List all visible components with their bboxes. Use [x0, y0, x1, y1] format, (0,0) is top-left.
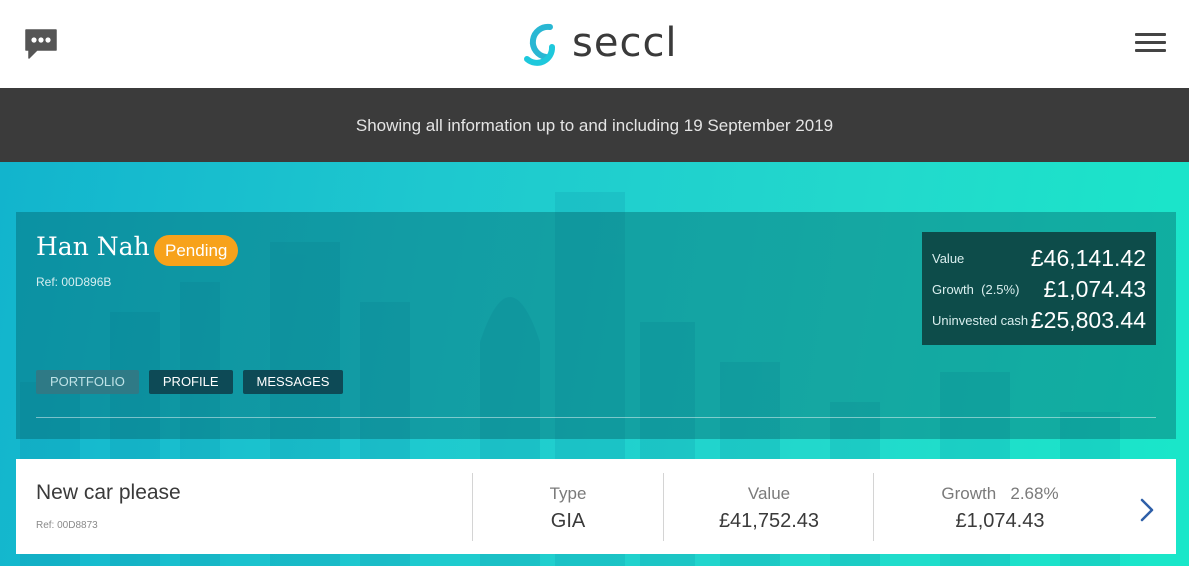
- client-overview-panel: Han Nah Pending Ref: 00D896B Value £46,1…: [16, 212, 1176, 439]
- account-value: £41,752.43: [718, 510, 820, 532]
- summary-value: £46,141.42: [1030, 245, 1146, 271]
- account-type-value: GIA: [550, 510, 586, 532]
- portfolio-summary-box: Value £46,141.42 Growth (2.5%) £1,074.43…: [922, 232, 1156, 345]
- panel-divider: [36, 417, 1156, 418]
- summary-cash: £25,803.44: [1030, 307, 1146, 333]
- account-title: New car please: [36, 481, 181, 504]
- summary-growth-label-text: Growth: [932, 282, 974, 297]
- account-card[interactable]: New car please Ref: 00D8873 Type GIA Val…: [16, 459, 1176, 554]
- seccl-logo[interactable]: seccl: [518, 17, 678, 69]
- client-ref: Ref: 00D896B: [36, 275, 112, 289]
- chevron-right-icon[interactable]: [1140, 498, 1154, 522]
- tab-profile[interactable]: PROFILE: [148, 370, 233, 394]
- account-ref: Ref: 00D8873: [36, 520, 98, 531]
- top-navigation-bar: seccl: [0, 0, 1189, 88]
- summary-cash-label: Uninvested cash: [932, 313, 1029, 328]
- account-growth-pct: 2.68%: [1010, 484, 1059, 503]
- summary-growth: £1,074.43: [1043, 276, 1146, 302]
- client-name: Han Nah: [36, 232, 150, 261]
- account-type-label: Type: [549, 484, 587, 503]
- seccl-logo-mark-icon: [524, 23, 555, 66]
- info-bar-text: Showing all information up to and includ…: [355, 116, 834, 135]
- summary-growth-row: Growth (2.5%) £1,074.43: [932, 274, 1146, 305]
- summary-growth-pct: (2.5%): [981, 282, 1020, 297]
- account-growth-label-text: Growth: [941, 484, 997, 503]
- chat-icon[interactable]: [24, 28, 58, 60]
- account-value-label: Value: [747, 484, 791, 503]
- tab-portfolio[interactable]: PORTFOLIO: [36, 370, 139, 394]
- client-tabs: PORTFOLIO PROFILE MESSAGES: [36, 370, 353, 394]
- summary-cash-row: Uninvested cash £25,803.44: [932, 305, 1146, 336]
- summary-value-label: Value: [932, 251, 965, 266]
- info-bar: Showing all information up to and includ…: [0, 88, 1189, 162]
- summary-growth-label: Growth (2.5%): [932, 282, 1019, 297]
- account-growth-value: £1,074.43: [955, 510, 1045, 532]
- account-growth-column: Growth 2.68% £1,074.43: [874, 484, 1126, 533]
- account-type-column: Type GIA: [473, 484, 663, 533]
- status-badge: Pending: [154, 235, 239, 266]
- account-growth-label: Growth 2.68%: [874, 484, 1126, 504]
- summary-value-row: Value £46,141.42: [932, 243, 1146, 274]
- logo-text: seccl: [572, 20, 678, 66]
- tab-messages[interactable]: MESSAGES: [242, 370, 344, 394]
- hamburger-menu-icon[interactable]: [1135, 33, 1166, 53]
- hero-section: Han Nah Pending Ref: 00D896B Value £46,1…: [0, 162, 1189, 566]
- account-value-column: Value £41,752.43: [664, 484, 874, 533]
